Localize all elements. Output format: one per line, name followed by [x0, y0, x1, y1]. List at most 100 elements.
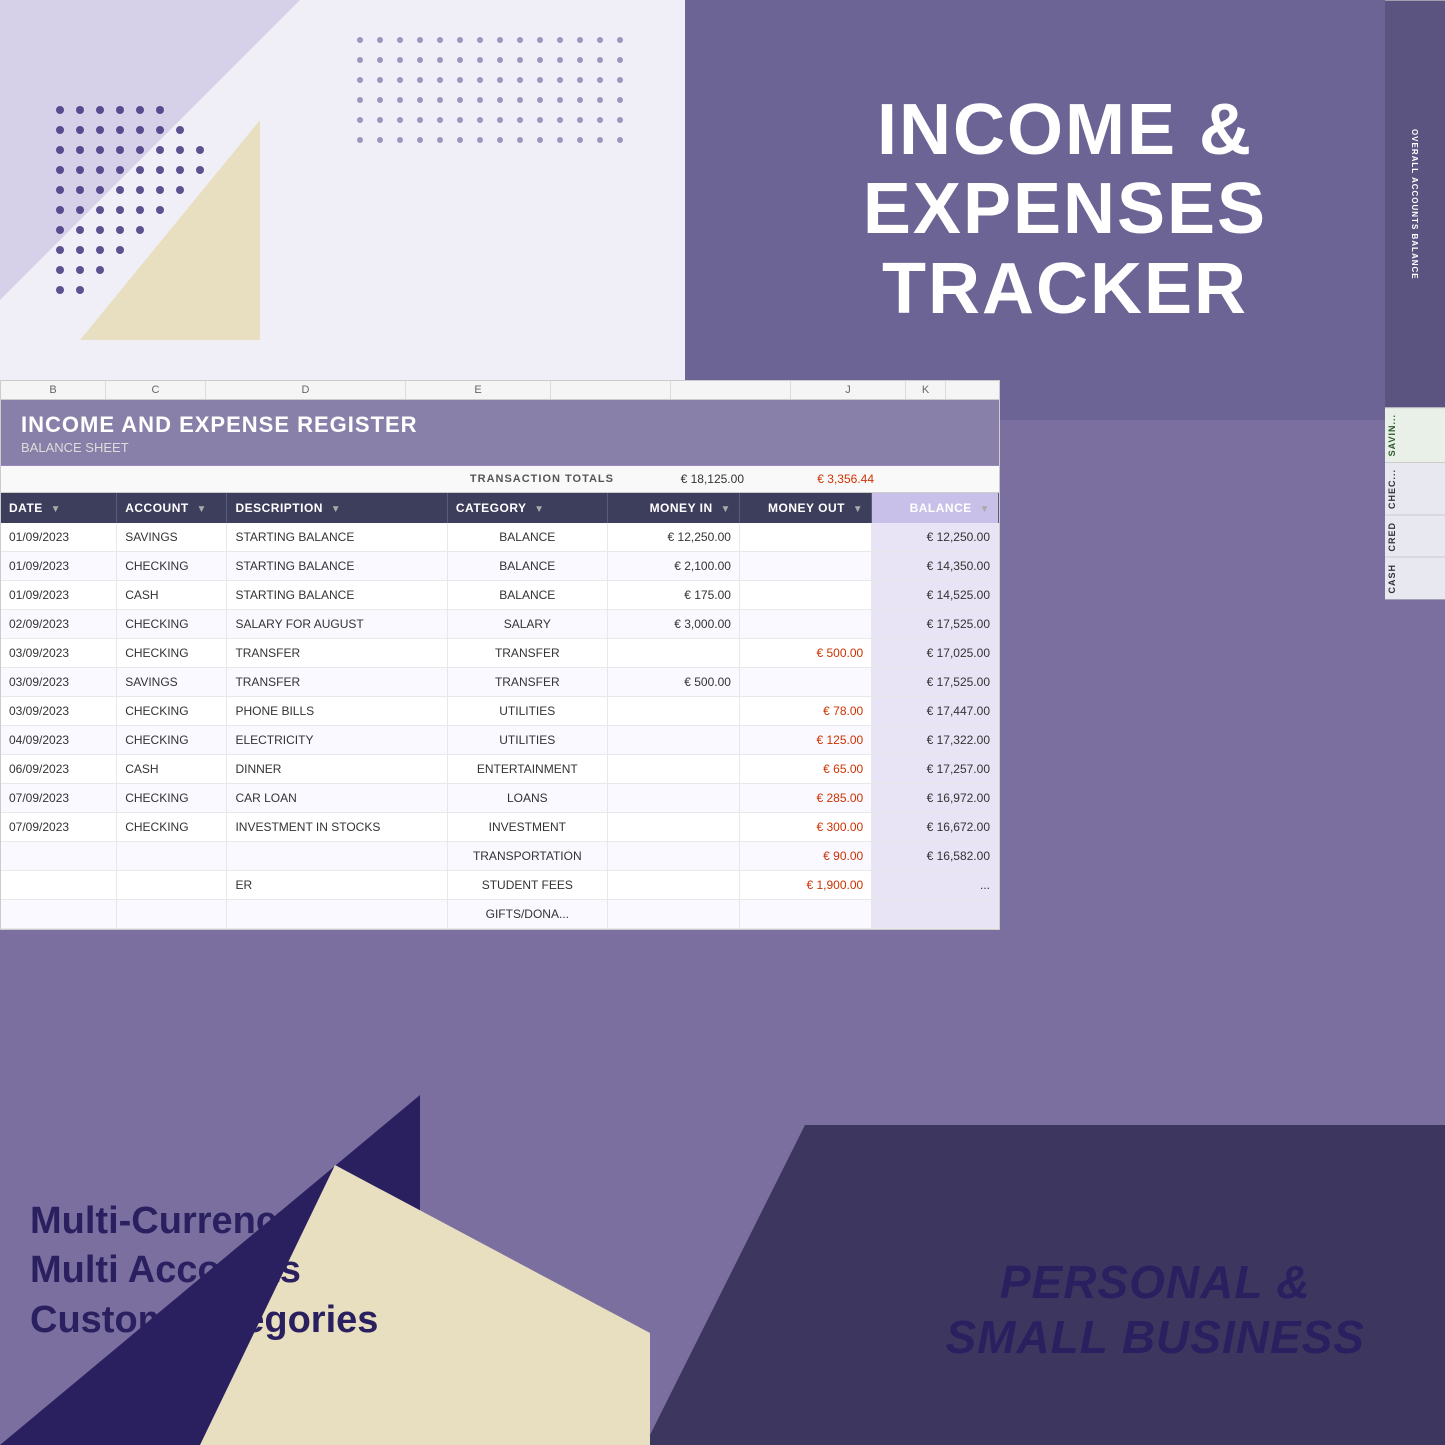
- table-row: 03/09/2023 CHECKING PHONE BILLS UTILITIE…: [1, 697, 999, 726]
- cell-date: 03/09/2023: [1, 697, 117, 726]
- cell-account: CHECKING: [117, 552, 227, 581]
- cell-description: STARTING BALANCE: [227, 523, 447, 552]
- bottom-left-features: Multi-Currency Multi Accounts Custom Cat…: [30, 1197, 378, 1345]
- table-row: 04/09/2023 CHECKING ELECTRICITY UTILITIE…: [1, 726, 999, 755]
- dot-grid-top-left: [50, 100, 210, 300]
- table-row: 03/09/2023 SAVINGS TRANSFER TRANSFER € 5…: [1, 668, 999, 697]
- header-title: INCOME & EXPENSES TRACKER: [863, 91, 1267, 329]
- cell-date: [1, 842, 117, 871]
- dot-grid-svg-right: [350, 30, 630, 150]
- cell-money-out: € 500.00: [739, 639, 871, 668]
- header-purple-block: INCOME & EXPENSES TRACKER: [685, 0, 1445, 420]
- sheet-title-area: INCOME AND EXPENSE REGISTER BALANCE SHEE…: [1, 400, 999, 466]
- cell-category: TRANSFER: [447, 668, 607, 697]
- bottom-right-tagline: PERSONAL & SMALL BUSINESS: [945, 1255, 1365, 1365]
- cell-money-in: [607, 842, 739, 871]
- cell-category: LOANS: [447, 784, 607, 813]
- dot-grid-svg-left: [50, 100, 210, 300]
- cell-money-out: [739, 552, 871, 581]
- cell-description: DINNER: [227, 755, 447, 784]
- cell-money-in: [607, 755, 739, 784]
- cell-date: 07/09/2023: [1, 784, 117, 813]
- feature-line2: Multi Accounts: [30, 1246, 378, 1295]
- tagline-line2: SMALL BUSINESS: [945, 1310, 1365, 1365]
- cell-category: BALANCE: [447, 581, 607, 610]
- cell-money-in: € 175.00: [607, 581, 739, 610]
- cell-description: TRANSFER: [227, 668, 447, 697]
- sidebar-checking: CHEC...: [1385, 462, 1445, 515]
- sidebar-strip: OVERALL ACCOUNTS BALANCE SAVIN... CHEC..…: [1385, 0, 1445, 600]
- col-header-g: [671, 381, 791, 399]
- table-row: ER STUDENT FEES € 1,900.00 ...: [1, 871, 999, 900]
- cell-money-out: [739, 610, 871, 639]
- cell-category: SALARY: [447, 610, 607, 639]
- cell-money-in: € 12,250.00: [607, 523, 739, 552]
- header-line3: TRACKER: [882, 249, 1248, 329]
- cell-account: [117, 871, 227, 900]
- cell-account: [117, 842, 227, 871]
- cell-money-out: [739, 581, 871, 610]
- cell-description: SALARY FOR AUGUST: [227, 610, 447, 639]
- cell-balance: € 17,525.00: [872, 668, 999, 697]
- cell-money-in: [607, 639, 739, 668]
- cell-money-in: € 500.00: [607, 668, 739, 697]
- cell-money-out: € 65.00: [739, 755, 871, 784]
- th-description: DESCRIPTION ▼: [227, 493, 447, 523]
- cell-money-in: [607, 726, 739, 755]
- table-row: 02/09/2023 CHECKING SALARY FOR AUGUST SA…: [1, 610, 999, 639]
- cell-balance: € 17,525.00: [872, 610, 999, 639]
- table-header-row: DATE ▼ ACCOUNT ▼ DESCRIPTION ▼ CATEGORY …: [1, 493, 999, 523]
- table-row: TRANSPORTATION € 90.00 € 16,582.00: [1, 842, 999, 871]
- cell-description: TRANSFER: [227, 639, 447, 668]
- cell-date: 02/09/2023: [1, 610, 117, 639]
- th-money-out: MONEY OUT ▼: [739, 493, 871, 523]
- col-header-f: [551, 381, 671, 399]
- table-body: 01/09/2023 SAVINGS STARTING BALANCE BALA…: [1, 523, 999, 929]
- table-row: 06/09/2023 CASH DINNER ENTERTAINMENT € 6…: [1, 755, 999, 784]
- cell-category: TRANSPORTATION: [447, 842, 607, 871]
- cell-category: INVESTMENT: [447, 813, 607, 842]
- col-header-d: D: [206, 381, 406, 399]
- header-line1: INCOME &: [877, 90, 1253, 170]
- cell-account: CHECKING: [117, 697, 227, 726]
- cell-balance: € 17,257.00: [872, 755, 999, 784]
- th-account: ACCOUNT ▼: [117, 493, 227, 523]
- cell-account: SAVINGS: [117, 523, 227, 552]
- cell-description: [227, 900, 447, 929]
- col-header-c: C: [106, 381, 206, 399]
- cell-date: 01/09/2023: [1, 523, 117, 552]
- table-row: 07/09/2023 CHECKING CAR LOAN LOANS € 285…: [1, 784, 999, 813]
- spreadsheet-container: B C D E J K INCOME AND EXPENSE REGISTER …: [0, 380, 1000, 930]
- cell-balance: € 16,972.00: [872, 784, 999, 813]
- totals-row: TRANSACTION TOTALS € 18,125.00 € 3,356.4…: [1, 466, 999, 493]
- cell-date: 03/09/2023: [1, 668, 117, 697]
- cell-money-in: [607, 900, 739, 929]
- cell-money-out: [739, 668, 871, 697]
- col-header-k: K: [906, 381, 946, 399]
- cell-balance: ...: [872, 871, 999, 900]
- cell-balance: € 17,322.00: [872, 726, 999, 755]
- cell-money-in: [607, 813, 739, 842]
- cell-account: CHECKING: [117, 813, 227, 842]
- cell-category: ENTERTAINMENT: [447, 755, 607, 784]
- cell-account: CASH: [117, 581, 227, 610]
- cell-money-in: € 3,000.00: [607, 610, 739, 639]
- cell-account: CHECKING: [117, 610, 227, 639]
- cell-money-out: [739, 523, 871, 552]
- cell-balance: € 16,672.00: [872, 813, 999, 842]
- cell-account: CHECKING: [117, 784, 227, 813]
- table-row: 01/09/2023 SAVINGS STARTING BALANCE BALA…: [1, 523, 999, 552]
- cell-date: 04/09/2023: [1, 726, 117, 755]
- cell-money-in: [607, 784, 739, 813]
- totals-money-out: € 3,356.44: [754, 472, 884, 486]
- sidebar-credit: CRED: [1385, 515, 1445, 558]
- cell-money-in: [607, 871, 739, 900]
- cell-description: [227, 842, 447, 871]
- th-balance: BALANCE ▼: [872, 493, 999, 523]
- cell-money-out: € 90.00: [739, 842, 871, 871]
- cell-category: UTILITIES: [447, 697, 607, 726]
- cell-balance: € 16,582.00: [872, 842, 999, 871]
- cell-account: [117, 900, 227, 929]
- cell-category: BALANCE: [447, 552, 607, 581]
- sidebar-savings: SAVIN...: [1385, 407, 1445, 462]
